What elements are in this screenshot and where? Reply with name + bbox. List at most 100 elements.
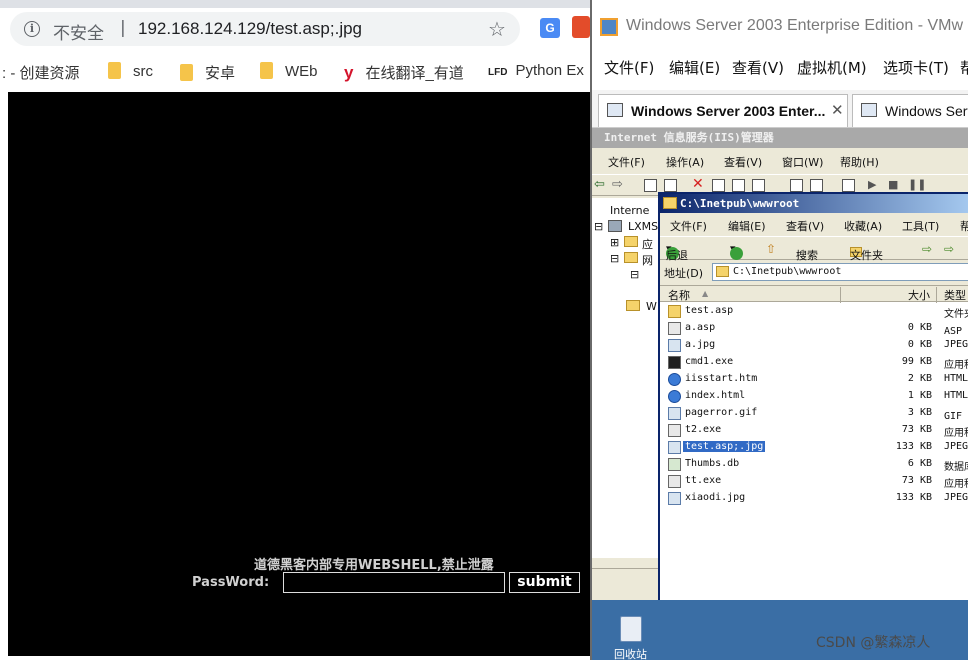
column-type[interactable]: 类型 — [944, 287, 966, 303]
tree-node[interactable]: 应 — [642, 236, 653, 252]
submit-button[interactable]: submit — [509, 572, 580, 593]
tree-expand-icon[interactable]: ⊟ — [594, 220, 603, 233]
tree-expand-icon[interactable]: ⊟ — [610, 252, 619, 265]
file-row[interactable]: pagerror.gif 3 KB GIF 图 — [660, 405, 968, 422]
back-arrow-icon[interactable]: ⇦ — [594, 177, 605, 192]
file-name: test.asp;.jpg — [683, 441, 766, 452]
menu-vm[interactable]: 虚拟机(M) — [797, 57, 867, 78]
file-row[interactable]: xiaodi.jpg 133 KB JPEG — [660, 490, 968, 507]
guest-desktop[interactable]: Internet 信息服务(IIS)管理器 文件(F) 操作(A) 查看(V) … — [592, 128, 968, 660]
console-icon[interactable] — [810, 179, 823, 192]
move-to-icon[interactable]: ⇨ — [922, 242, 932, 256]
address-bar[interactable]: i 不安全 | 192.168.124.129/test.asp;.jpg ☆ — [10, 12, 520, 46]
computer-icon[interactable] — [842, 179, 855, 192]
explorer-menu-edit[interactable]: 编辑(E) — [728, 218, 766, 234]
iis-menu-action[interactable]: 操作(A) — [666, 154, 704, 170]
file-row[interactable]: test.asp;.jpg 133 KB JPEG — [660, 439, 968, 456]
help-icon[interactable] — [790, 179, 803, 192]
file-row[interactable]: iisstart.htm 2 KB HTML — [660, 371, 968, 388]
bookmark-item[interactable]: WEb — [260, 62, 318, 82]
refresh-icon[interactable] — [732, 179, 745, 192]
iis-menu-view[interactable]: 查看(V) — [724, 154, 762, 170]
play-icon[interactable]: ▶ — [868, 178, 876, 191]
url-text[interactable]: 192.168.124.129/test.asp;.jpg — [138, 19, 362, 39]
explorer-menu-favorites[interactable]: 收藏(A) — [844, 218, 882, 234]
delete-icon[interactable]: ✕ — [692, 176, 704, 192]
iis-menu-file[interactable]: 文件(F) — [608, 154, 645, 170]
file-row[interactable]: test.asp 文件夹 — [660, 303, 968, 320]
file-type: 文件夹 — [944, 309, 968, 320]
menu-edit[interactable]: 编辑(E) — [669, 57, 720, 78]
tree-node[interactable]: W — [646, 300, 657, 313]
tab-vm[interactable]: Windows Serve — [852, 94, 968, 127]
recycle-bin-label[interactable]: 回收站 — [614, 646, 647, 660]
explorer-menu-view[interactable]: 查看(V) — [786, 218, 824, 234]
up-folder-icon[interactable] — [644, 179, 657, 192]
bookmark-item[interactable]: : - 创建资源 — [2, 62, 80, 82]
explorer-titlebar[interactable]: C:\Inetpub\wwwroot — [660, 194, 968, 213]
bookmark-star-icon[interactable]: ☆ — [488, 17, 506, 41]
extension-icon[interactable] — [572, 16, 590, 38]
file-row[interactable]: t2.exe 73 KB 应用程 — [660, 422, 968, 439]
explorer-menu-file[interactable]: 文件(F) — [670, 218, 707, 234]
column-size[interactable]: 大小 — [908, 287, 930, 303]
recycle-bin-icon[interactable] — [620, 616, 642, 642]
folder-icon — [260, 62, 273, 79]
file-size: 73 KB — [901, 475, 932, 486]
up-folder-icon[interactable]: ⇧ — [766, 242, 776, 256]
security-label[interactable]: 不安全 — [53, 19, 104, 44]
browser-tab-strip[interactable] — [0, 0, 590, 8]
bookmark-item[interactable]: 安卓 — [180, 62, 235, 82]
pause-icon[interactable]: ❚❚ — [908, 178, 926, 191]
tree-node[interactable]: LXMS — [628, 220, 658, 233]
iis-menu-help[interactable]: 帮助(H) — [840, 154, 879, 170]
column-name[interactable]: 名称 — [668, 287, 690, 303]
menu-view[interactable]: 查看(V) — [732, 57, 784, 78]
address-input[interactable]: C:\Inetpub\wwwroot — [712, 263, 968, 281]
menu-help[interactable]: 帮 — [960, 57, 968, 78]
file-row[interactable]: cmd1.exe 99 KB 应用程 — [660, 354, 968, 371]
bookmark-item[interactable]: LFD Python Ex — [488, 62, 584, 82]
file-row[interactable]: Thumbs.db 6 KB 数据库 — [660, 456, 968, 473]
bookmark-item[interactable]: src — [108, 62, 153, 82]
site-info-icon[interactable]: i — [24, 21, 40, 37]
youdao-icon: y — [344, 63, 354, 82]
bookmark-item[interactable]: y 在线翻译_有道 — [344, 62, 464, 82]
tree-node[interactable]: Interne — [610, 204, 649, 217]
iis-menu-window[interactable]: 窗口(W) — [782, 154, 823, 170]
file-size: 133 KB — [895, 492, 932, 503]
iis-titlebar[interactable]: Internet 信息服务(IIS)管理器 — [592, 128, 968, 148]
file-row[interactable]: tt.exe 73 KB 应用程 — [660, 473, 968, 490]
file-name: xiaodi.jpg — [685, 492, 746, 503]
file-list: 名称 ▲ 大小 类型 test.asp文件夹a.asp0 KBASP 文a.jp… — [660, 285, 968, 600]
img-file-icon — [668, 492, 681, 505]
explorer-menu-help[interactable]: 帮 — [960, 218, 968, 234]
properties-icon[interactable] — [712, 179, 725, 192]
show-tree-icon[interactable] — [664, 179, 677, 192]
password-input[interactable] — [283, 572, 505, 593]
column-divider[interactable] — [936, 287, 937, 303]
forward-arrow-icon[interactable]: ⇨ — [612, 177, 623, 192]
file-row[interactable]: a.asp 0 KB ASP 文 — [660, 320, 968, 337]
translate-extension-icon[interactable]: G — [540, 18, 560, 38]
file-row[interactable]: index.html 1 KB HTML — [660, 388, 968, 405]
copy-to-icon[interactable]: ⇨ — [944, 242, 954, 256]
tree-expand-icon[interactable]: ⊟ — [630, 268, 639, 281]
tab-vm-active[interactable]: Windows Server 2003 Enter... ✕ — [598, 94, 848, 127]
explorer-menu-tools[interactable]: 工具(T) — [902, 218, 939, 234]
menu-tabs[interactable]: 选项卡(T) — [883, 57, 949, 78]
tree-expand-icon[interactable]: ⊞ — [610, 236, 619, 249]
tree-node[interactable]: 网 — [642, 252, 653, 268]
forward-button[interactable]: ▾ — [730, 242, 743, 260]
back-button[interactable]: 后退 ▾ — [666, 242, 688, 262]
menu-file[interactable]: 文件(F) — [604, 57, 654, 78]
address-label: 地址(D) — [664, 267, 704, 280]
folder-icon — [663, 197, 677, 209]
stop-icon[interactable]: ■ — [888, 178, 898, 191]
vmware-titlebar[interactable]: Windows Server 2003 Enterprise Edition -… — [592, 8, 968, 44]
column-divider[interactable] — [840, 287, 841, 303]
export-icon[interactable] — [752, 179, 765, 192]
folder-icon — [624, 252, 638, 263]
close-icon[interactable]: ✕ — [831, 101, 844, 119]
file-row[interactable]: a.jpg 0 KB JPEG — [660, 337, 968, 354]
